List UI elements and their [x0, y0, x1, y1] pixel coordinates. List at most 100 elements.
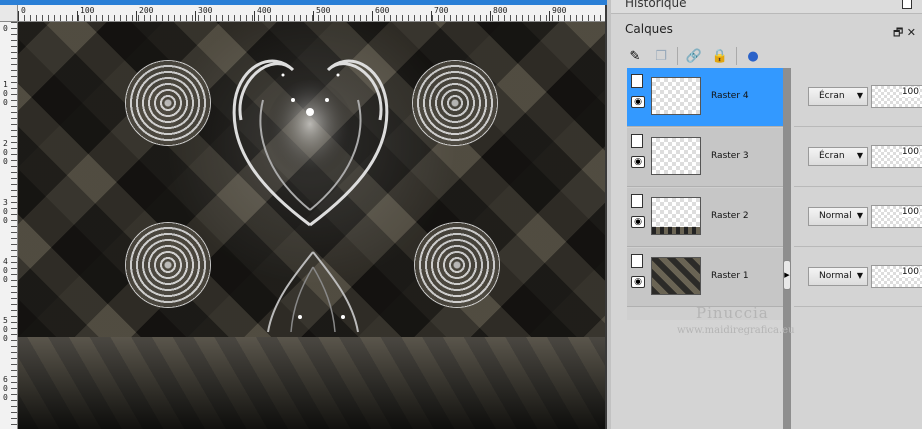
history-title: Historique: [625, 0, 687, 10]
layers-list: ◉ Raster 4 ◉ Raster 3 ◉ Raster 2 ◉ Raste…: [627, 68, 787, 320]
thumbnail-strip: [652, 227, 700, 234]
panel-splitter[interactable]: [783, 68, 791, 429]
ruler-label: 100: [3, 80, 8, 107]
ruler-label: 600: [3, 375, 8, 402]
layer-name: Raster 1: [711, 271, 749, 281]
layers-title: Calques: [625, 22, 673, 36]
lock-icon[interactable]: 🔒: [710, 46, 730, 66]
eye-icon[interactable]: ◉: [631, 96, 645, 108]
layer-properties: Écran ▼ 100 Écran ▼ 100 Normal ▼ 100 Normal…: [794, 68, 922, 320]
app-window: 0 100 200 300 400 500 600 700 800 900 0 …: [0, 0, 922, 429]
window-controls-icon[interactable]: 🗗 ✕: [893, 24, 916, 43]
link-icon[interactable]: 🔗: [684, 46, 704, 66]
ruler-label: 300: [198, 6, 213, 15]
ruler-label: 400: [3, 257, 8, 284]
layer-name: Raster 3: [711, 151, 749, 161]
expand-arrow-icon[interactable]: ▶: [783, 260, 791, 290]
blend-mode-select[interactable]: Écran ▼: [808, 87, 868, 106]
reflection-ornament: [267, 251, 359, 333]
history-palette-header[interactable]: Historique: [611, 0, 922, 14]
opacity-value: 100: [901, 87, 919, 97]
globe-icon[interactable]: ●: [743, 46, 763, 66]
toolbar-separator: [677, 47, 678, 65]
ruler-label: 600: [375, 6, 390, 15]
mask-icon[interactable]: [631, 134, 643, 148]
blend-mode-value: Écran: [819, 91, 845, 101]
blend-mode-select[interactable]: Normal ▼: [808, 207, 868, 226]
ruler-label: 0: [3, 24, 8, 33]
side-panel: Historique Calques 🗗 ✕ ✎ ❐ 🔗 🔒 ● ◉ Raste…: [607, 0, 922, 429]
ruler-label: 0: [21, 6, 26, 15]
vertical-ruler: 0 100 200 300 400 500 600: [0, 22, 18, 429]
eye-icon[interactable]: ◉: [631, 276, 645, 288]
toolbar-separator: [736, 47, 737, 65]
ruler-label: 400: [257, 6, 272, 15]
mask-icon[interactable]: [631, 254, 643, 268]
watermark-name: Pinuccia: [696, 304, 769, 322]
eye-icon[interactable]: ◉: [631, 156, 645, 168]
spiral-ornament: [125, 60, 211, 146]
chevron-down-icon: ▼: [856, 211, 863, 220]
opacity-slider[interactable]: 100: [871, 85, 922, 108]
ruler-label: 300: [3, 198, 8, 225]
canvas-area: 0 100 200 300 400 500 600 700 800 900 0 …: [0, 0, 607, 429]
ruler-label: 500: [316, 6, 331, 15]
ruler-corner: [0, 5, 18, 22]
blend-mode-value: Normal: [819, 211, 852, 221]
ruler-major-ticks: [18, 11, 605, 21]
ruler-label: 100: [80, 6, 95, 15]
edit-layer-icon[interactable]: ✎: [625, 46, 645, 66]
layer-props-row: Normal ▼ 100: [794, 248, 922, 307]
layers-toolbar: ✎ ❐ 🔗 🔒 ●: [625, 45, 763, 67]
opacity-value: 100: [901, 207, 919, 217]
layer-visibility: ◉: [631, 74, 647, 118]
layer-thumbnail: [651, 197, 701, 235]
blend-mode-value: Écran: [819, 151, 845, 161]
chevron-down-icon: ▼: [856, 151, 863, 160]
layer-name: Raster 2: [711, 211, 749, 221]
layer-props-row: Normal ▼ 100: [794, 188, 922, 247]
blend-mode-value: Normal: [819, 271, 852, 281]
spiral-ornament: [414, 222, 500, 308]
opacity-slider[interactable]: 100: [871, 205, 922, 228]
spiral-ornament: [125, 222, 211, 308]
image-canvas[interactable]: [18, 22, 605, 429]
ruler-label: 500: [3, 316, 8, 343]
restore-icon[interactable]: [902, 0, 912, 9]
ruler-label: 900: [552, 6, 567, 15]
layer-visibility: ◉: [631, 134, 647, 178]
layer-props-row: Écran ▼ 100: [794, 128, 922, 187]
floor-pattern: [18, 337, 605, 429]
watermark-url: www.maidiregrafica.eu: [677, 325, 795, 336]
mask-icon[interactable]: [631, 194, 643, 208]
duplicate-layer-icon[interactable]: ❐: [651, 46, 671, 66]
opacity-value: 100: [901, 147, 919, 157]
blend-mode-select[interactable]: Normal ▼: [808, 267, 868, 286]
layer-row-raster-3[interactable]: ◉ Raster 3: [627, 128, 787, 187]
opacity-value: 100: [901, 267, 919, 277]
heart-ornament: [232, 59, 389, 227]
chevron-down-icon: ▼: [856, 91, 863, 100]
mask-icon[interactable]: [631, 74, 643, 88]
eye-icon[interactable]: ◉: [631, 216, 645, 228]
layer-thumbnail: [651, 257, 701, 295]
blend-mode-select[interactable]: Écran ▼: [808, 147, 868, 166]
spiral-ornament: [412, 60, 498, 146]
layer-thumbnail: [651, 77, 701, 115]
opacity-slider[interactable]: 100: [871, 145, 922, 168]
ruler-label: 800: [493, 6, 508, 15]
ruler-ticks: [11, 22, 17, 429]
layer-visibility: ◉: [631, 194, 647, 238]
layer-row-raster-2[interactable]: ◉ Raster 2: [627, 188, 787, 247]
ruler-label: 200: [3, 139, 8, 166]
opacity-slider[interactable]: 100: [871, 265, 922, 288]
chevron-down-icon: ▼: [856, 271, 863, 280]
layer-row-raster-4[interactable]: ◉ Raster 4: [627, 68, 787, 127]
layer-props-row: Écran ▼ 100: [794, 68, 922, 127]
layer-thumbnail: [651, 137, 701, 175]
horizontal-ruler: 0 100 200 300 400 500 600 700 800 900: [18, 5, 605, 22]
layer-name: Raster 4: [711, 91, 749, 101]
layer-visibility: ◉: [631, 254, 647, 298]
ruler-label: 200: [139, 6, 154, 15]
layer-row-raster-1[interactable]: ◉ Raster 1: [627, 248, 787, 307]
